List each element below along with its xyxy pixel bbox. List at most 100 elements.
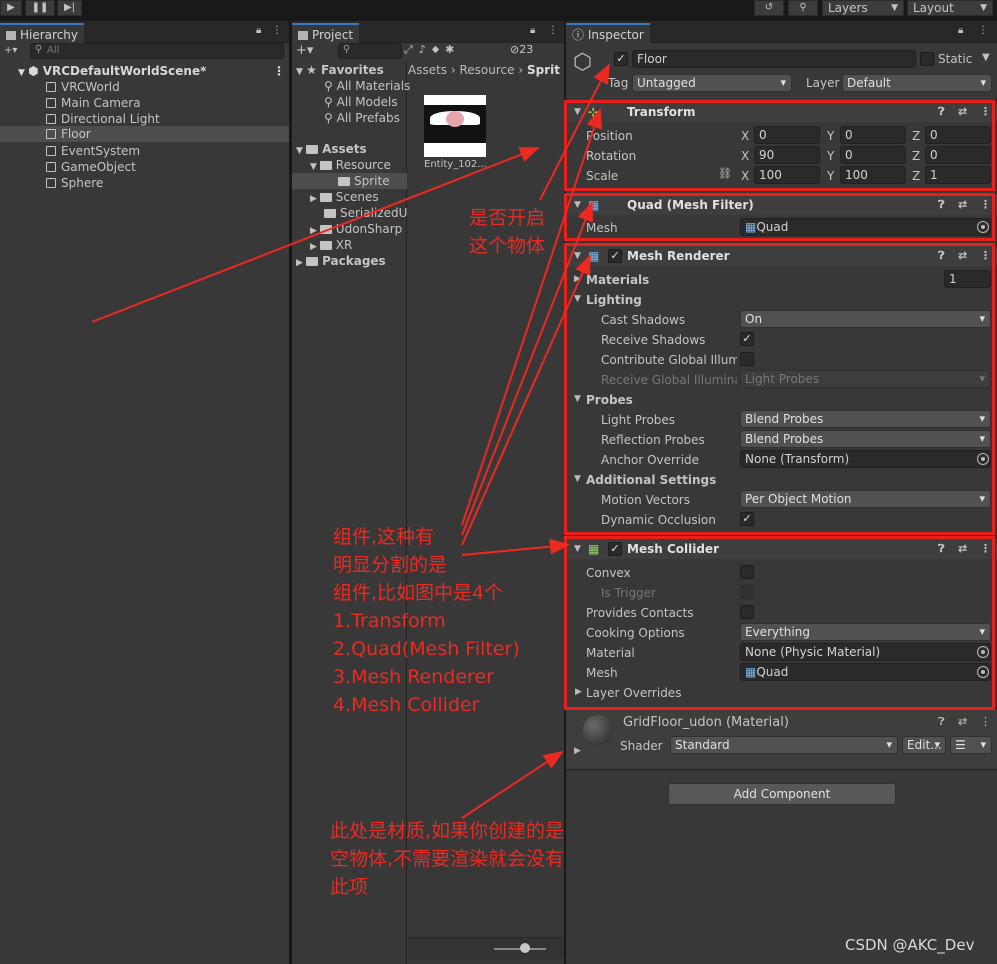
filter-icons[interactable]: ⤢♪⬥✱ [404,43,460,57]
folder-icon [319,193,332,202]
item-label: VRCWorld [61,80,120,94]
tab-hierarchy[interactable]: Hierarchy [0,23,85,43]
gameobject-icon [46,162,56,172]
history-icon[interactable]: ↺ [754,0,784,16]
create-button[interactable]: +▾ [4,45,17,56]
info-icon: ⓘ [572,28,588,42]
scene-root[interactable]: ▼ ⬢ VRCDefaultWorldScene* ⋮ [18,63,285,79]
lock-icon[interactable]: 🔒︎ [256,25,261,36]
gameobject-icon [46,98,56,108]
more-icon[interactable]: ⋮ [272,25,282,36]
inspector-tabbar: ⓘ Inspector 🔒︎ ⋮ [566,21,997,43]
annotation-line: 1.Transform [333,610,446,632]
tag-dropdown[interactable]: Untagged [632,74,792,92]
shader-dropdown[interactable]: Standard [670,736,898,754]
folder-xr[interactable]: ▶ XR [310,237,352,253]
more-icon[interactable]: ⋮ [978,25,988,36]
pause-button[interactable]: ❚❚ [25,0,55,16]
gameobject-icon [46,82,56,92]
packages-node[interactable]: ▶ Packages [296,253,386,269]
breadcrumb-item[interactable]: Sprit [527,63,560,77]
static-dropdown-icon[interactable]: ▼ [982,52,990,63]
folder-icon [319,161,332,170]
hierarchy-search-input[interactable]: All [30,43,284,59]
expand-icon[interactable]: ▼ [18,68,28,78]
folder-icon [298,31,308,40]
expand-icon: ▼ [296,67,307,77]
toolbar: ▶ ❚❚ ▶| ↺ ⚲ Layers ▼ Layout ▼ [0,0,997,18]
play-button[interactable]: ▶ [0,0,22,16]
expand-icon: ▶ [310,242,320,252]
object-name: Floor [637,52,667,66]
step-button[interactable]: ▶| [57,0,82,16]
tag-value: Untagged [637,76,696,90]
hierarchy-item-sphere[interactable]: Sphere [46,175,103,191]
item-label: Main Camera [61,96,141,110]
scene-menu-icon[interactable]: ⋮ [273,63,285,79]
item-label: All Prefabs [336,111,400,125]
layout-dropdown[interactable]: Layout ▼ [907,0,993,16]
breadcrumb-item[interactable]: Resource [460,63,515,77]
breadcrumb-item[interactable]: Assets [408,63,447,77]
hierarchy-item-floor[interactable]: Floor [0,126,289,142]
annotation-line: 组件,这种有 [333,526,435,548]
layer-label: Layer [806,76,840,90]
tab-project[interactable]: Project [292,23,360,43]
object-name-field[interactable]: Floor [632,50,916,68]
static-checkbox[interactable] [920,52,934,66]
fav-all-materials[interactable]: ⚲ All Materials [324,78,410,94]
sprite-thumbnail[interactable] [424,95,486,157]
layer-dropdown[interactable]: Default [842,74,992,92]
assets-label: Assets [322,142,367,156]
hierarchy-tabbar: Hierarchy 🔒︎ ⋮ [0,21,289,43]
folder-scenes[interactable]: ▶ Scenes [310,189,379,205]
layers-label: Layers [828,1,868,15]
component-menu-icon[interactable]: ⋮ [980,715,991,728]
item-label: Floor [61,127,91,141]
preset-icon[interactable]: ⇄ [958,715,967,728]
help-icon[interactable]: ❓︎ [938,715,945,729]
more-icon[interactable]: ⋮ [548,25,558,36]
layers-dropdown[interactable]: Layers ▼ [822,0,904,16]
edit-shader-button[interactable]: Edit... [902,736,946,754]
expand-icon: ▶ [296,258,307,268]
scene-name: VRCDefaultWorldScene* [42,64,207,78]
folder-sprite[interactable]: Sprite [292,173,407,189]
search-icon[interactable]: ⚲ [788,0,818,16]
folder-serialized[interactable]: SerializedU [324,205,407,221]
folder-icon [319,241,332,250]
layout-label: Layout [913,1,954,15]
hierarchy-item-main-camera[interactable]: Main Camera [46,95,141,111]
hierarchy-panel: Hierarchy 🔒︎ ⋮ +▾ All ▼ ⬢ VRCDefaultWorl… [0,21,289,964]
lock-icon[interactable]: 🔒︎ [530,25,535,36]
add-component-button[interactable]: Add Component [668,783,896,805]
foldout-icon[interactable]: ▶ [574,746,581,756]
fav-all-models[interactable]: ⚲ All Models [324,94,398,110]
folder-icon [319,225,332,234]
fav-all-prefabs[interactable]: ⚲ All Prefabs [324,110,400,126]
hidden-count-icon[interactable]: ⊘23 [510,43,533,56]
search-icon: ⚲ [324,79,337,93]
search-placeholder: All [47,45,60,56]
hierarchy-item-directional-light[interactable]: Directional Light [46,111,160,127]
hierarchy-item-gameobject[interactable]: GameObject [46,159,136,175]
lock-icon[interactable]: 🔒︎ [958,25,963,36]
item-label: All Models [336,95,398,109]
expand-icon: ▶ [310,194,320,204]
hierarchy-item-vrcworld[interactable]: VRCWorld [46,79,120,95]
assets-node[interactable]: ▼ Assets [296,141,367,157]
project-search-input[interactable] [338,43,402,59]
active-checkbox[interactable]: ✓ [614,52,628,66]
item-label: Sphere [61,176,104,190]
gameobject-icon [46,114,56,124]
folder-udonsharp[interactable]: ▶ UdonSharp [310,221,402,237]
hierarchy-item-eventsystem[interactable]: EventSystem [46,143,140,159]
favorites-node[interactable]: ▼ ★ Favorites [296,62,384,78]
zoom-slider[interactable] [520,943,530,953]
folder-resource[interactable]: ▼ Resource [310,157,391,173]
tab-inspector[interactable]: ⓘ Inspector [566,23,650,43]
gameobject-icon [46,129,56,139]
shader-list-button[interactable]: ☰ [950,736,992,754]
create-button[interactable]: +▾ [296,43,313,58]
tab-inspector-label: Inspector [587,28,644,42]
